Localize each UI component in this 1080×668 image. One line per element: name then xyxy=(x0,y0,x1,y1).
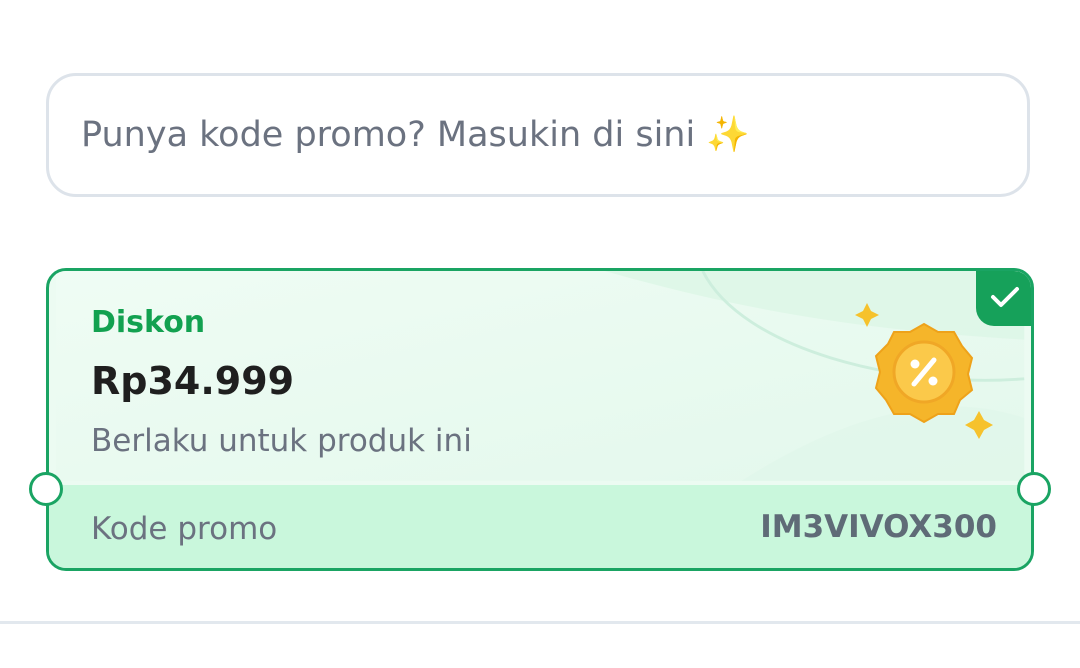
sparkle-icon xyxy=(965,411,993,439)
selected-check-badge xyxy=(976,271,1031,326)
promo-section: Diskon Rp34.999 Berlaku untuk produk ini… xyxy=(0,0,1080,668)
promo-code-input[interactable] xyxy=(81,115,1027,155)
sparkle-icon xyxy=(855,303,879,327)
voucher-type-label: Diskon xyxy=(91,305,206,340)
promo-code-label: Kode promo xyxy=(91,511,278,547)
promo-code-field[interactable] xyxy=(46,73,1030,197)
voucher-notch-left xyxy=(29,472,63,506)
voucher-notch-right xyxy=(1017,472,1051,506)
voucher-amount: Rp34.999 xyxy=(91,359,295,403)
section-divider xyxy=(0,621,1080,624)
promo-code-value: IM3VIVOX300 xyxy=(760,509,997,545)
voucher-description: Berlaku untuk produk ini xyxy=(91,423,472,459)
checkmark-icon xyxy=(991,287,1019,307)
voucher-card[interactable]: Diskon Rp34.999 Berlaku untuk produk ini… xyxy=(46,268,1034,571)
